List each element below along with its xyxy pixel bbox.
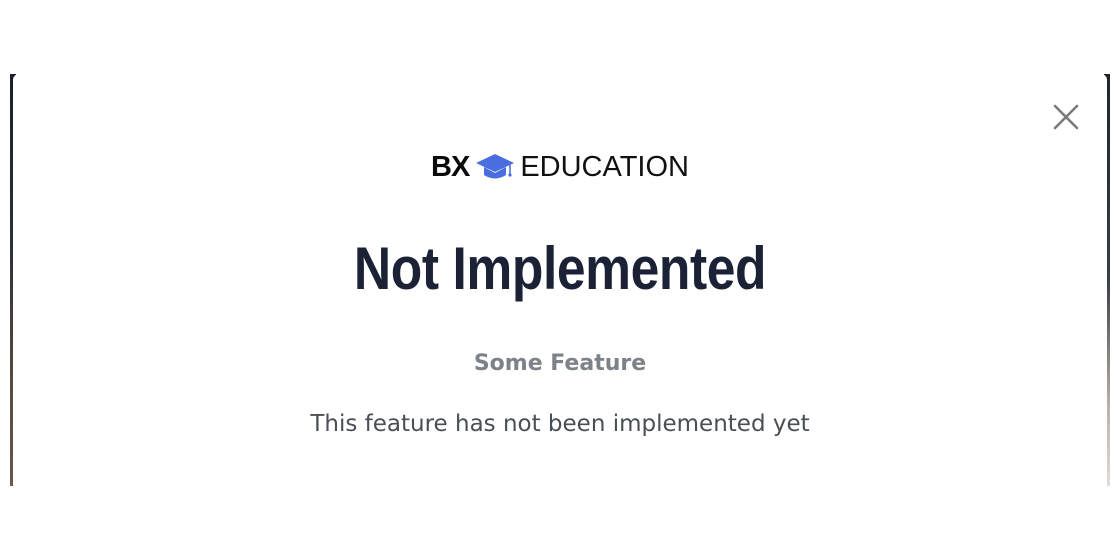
graduation-cap-icon	[476, 154, 515, 179]
feature-name: Some Feature	[473, 351, 647, 376]
modal-title: Not Implemented	[353, 235, 767, 302]
brand-logo-text: EDUCATION	[520, 150, 689, 183]
close-button[interactable]	[1051, 102, 1081, 132]
not-implemented-modal: BX EDUCATION Not Implemented Some Featur…	[13, 74, 1107, 486]
brand-logo-mark: BX	[431, 150, 470, 183]
close-icon	[1053, 104, 1079, 130]
brand-logo: BX EDUCATION	[13, 151, 1107, 183]
modal-description: This feature has not been implemented ye…	[310, 411, 810, 437]
